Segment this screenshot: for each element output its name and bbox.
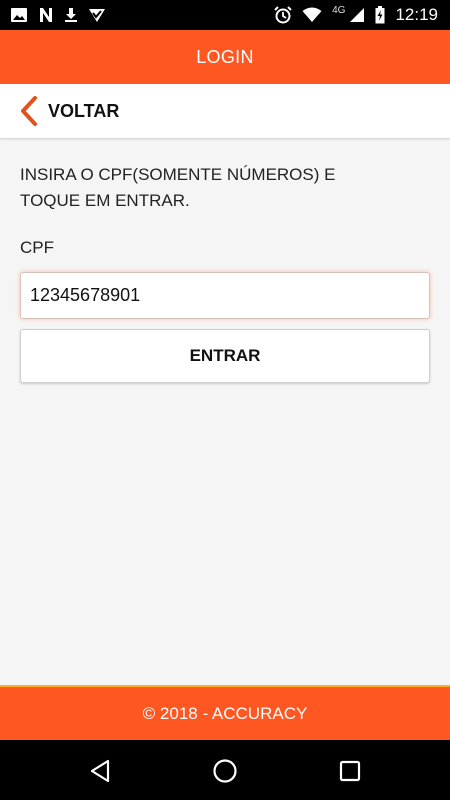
n-notification-icon — [38, 7, 54, 23]
cpf-label: CPF — [20, 238, 54, 257]
checkmark-app-icon — [88, 7, 106, 23]
back-label[interactable]: VOLTAR — [48, 101, 119, 122]
android-nav-bar — [0, 740, 450, 800]
back-button[interactable]: VOLTAR — [0, 84, 450, 139]
wifi-icon — [302, 7, 322, 23]
page-title: LOGIN — [196, 46, 254, 67]
home-circle-icon[interactable] — [210, 756, 240, 786]
battery-charging-icon — [375, 6, 385, 24]
image-icon — [10, 7, 28, 23]
footer-copyright: © 2018 - ACCURACY — [142, 703, 308, 723]
instructions-line-1: INSIRA O CPF(SOMENTE NÚMEROS) E — [20, 165, 336, 184]
recents-square-icon[interactable] — [335, 756, 365, 786]
app-header: LOGIN — [0, 30, 450, 84]
chevron-left-icon[interactable] — [18, 95, 40, 127]
instructions-text: INSIRA O CPF(SOMENTE NÚMEROS) E TOQUE EM… — [20, 162, 430, 214]
alarm-icon — [274, 6, 292, 24]
status-bar: 4G 12:19 — [0, 0, 450, 30]
footer: © 2018 - ACCURACY — [0, 685, 450, 740]
login-form: INSIRA O CPF(SOMENTE NÚMEROS) E TOQUE EM… — [20, 162, 430, 383]
cpf-input[interactable] — [20, 272, 430, 319]
signal-icon — [349, 7, 365, 23]
instructions-line-2: TOQUE EM ENTRAR. — [20, 191, 190, 210]
entrar-button[interactable]: ENTRAR — [20, 329, 430, 383]
download-icon — [64, 7, 78, 23]
back-triangle-icon[interactable] — [85, 756, 115, 786]
network-type-label: 4G — [332, 4, 346, 16]
status-time: 12:19 — [395, 5, 438, 24]
